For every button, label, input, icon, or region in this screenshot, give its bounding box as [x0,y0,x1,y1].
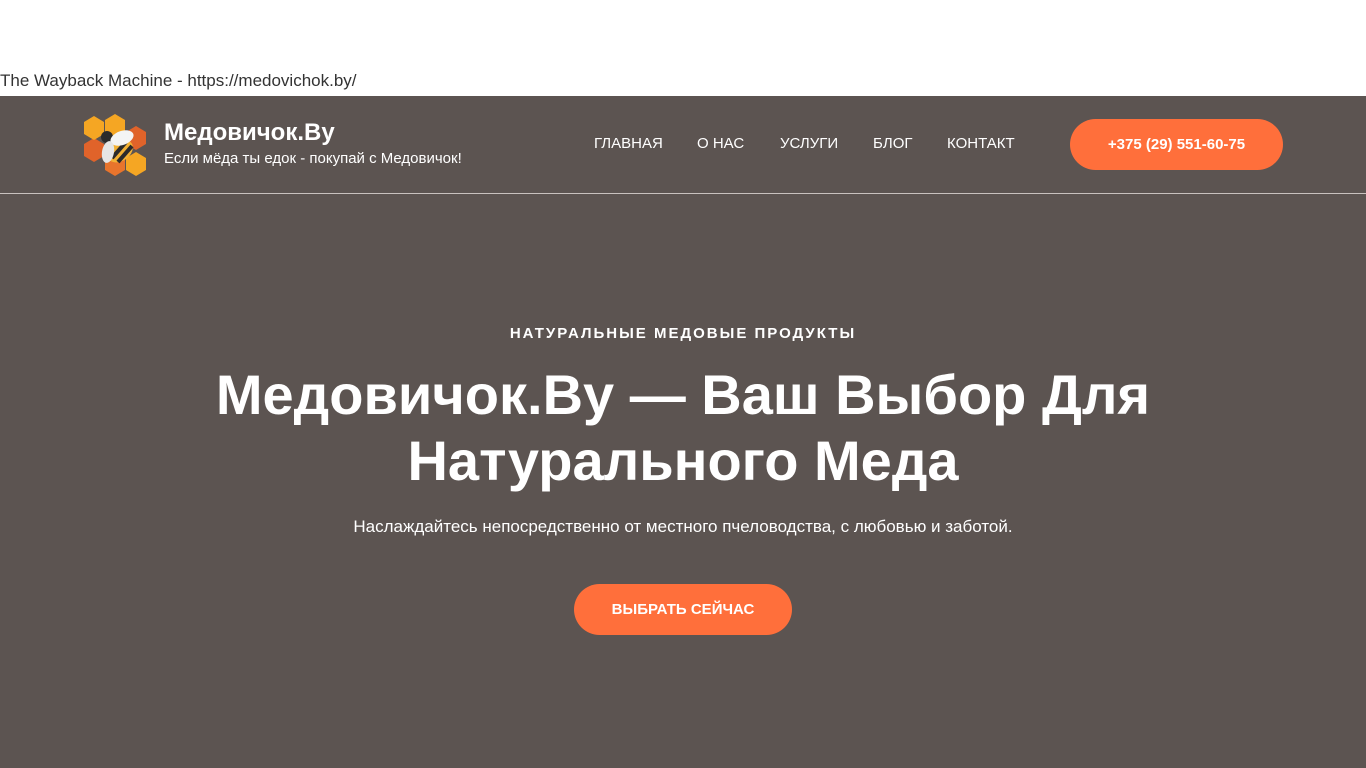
hero-section: НАТУРАЛЬНЫЕ МЕДОВЫЕ ПРОДУКТЫ Медовичок.В… [0,194,1366,768]
brand-title[interactable]: Медовичок.Ву [164,119,335,147]
bee-honeycomb-logo-icon[interactable] [82,112,148,178]
nav-item-home[interactable]: ГЛАВНАЯ [594,134,663,154]
hero-subtitle: Наслаждайтесь непосредственно от местног… [353,517,1013,536]
hero-title: Медовичок.Ву — Ваш Выбор Для Натуральног… [215,363,1151,492]
nav-item-blog[interactable]: БЛОГ [873,134,912,154]
site-header: Медовичок.Ву Если мёда ты едок - покупай… [0,96,1366,194]
hero-eyebrow: НАТУРАЛЬНЫЕ МЕДОВЫЕ ПРОДУКТЫ [509,325,857,342]
choose-now-button[interactable]: ВЫБРАТЬ СЕЙЧАС [574,584,792,635]
site-page: Медовичок.Ву Если мёда ты едок - покупай… [0,96,1366,768]
brand-tagline: Если мёда ты едок - покупай с Медовичок! [164,150,462,167]
nav-item-contact[interactable]: КОНТАКТ [947,134,1015,154]
phone-button[interactable]: +375 (29) 551-60-75 [1070,119,1283,170]
wayback-banner-text: The Wayback Machine - https://medovichok… [0,71,357,90]
nav-item-about[interactable]: О НАС [697,134,744,154]
nav-item-services[interactable]: УСЛУГИ [780,134,838,154]
wayback-banner: The Wayback Machine - https://medovichok… [0,0,1366,96]
